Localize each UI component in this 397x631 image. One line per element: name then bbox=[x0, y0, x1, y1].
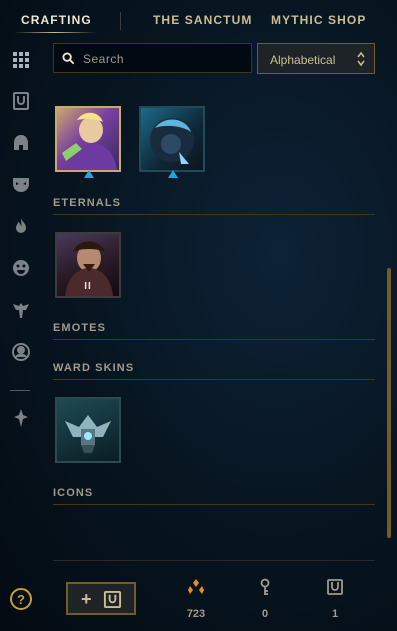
chest-icon bbox=[103, 590, 122, 609]
tab-mythic-shop[interactable]: MYTHIC SHOP bbox=[271, 13, 366, 27]
chest-icon bbox=[327, 579, 343, 595]
top-navigation: CRAFTING THE SANCTUM MYTHIC SHOP bbox=[0, 0, 397, 40]
sidebar-separator bbox=[10, 390, 30, 391]
champion-skin-art bbox=[150, 118, 194, 164]
rarity-badge-icon bbox=[84, 170, 94, 178]
eternal-tier-label: II bbox=[84, 281, 92, 292]
profile-icon[interactable] bbox=[11, 342, 31, 362]
section-divider bbox=[53, 339, 375, 340]
rarity-badge-icon bbox=[168, 170, 178, 178]
section-divider bbox=[53, 214, 375, 215]
section-header-icons: ICONS bbox=[53, 487, 94, 499]
flame-icon[interactable] bbox=[11, 216, 31, 236]
section-header-emotes: EMOTES bbox=[53, 322, 107, 334]
disenchant-icon[interactable] bbox=[11, 408, 31, 428]
currency-keys: 0 bbox=[245, 578, 285, 620]
footer-divider bbox=[53, 560, 375, 561]
sort-dropdown[interactable]: Alphabetical bbox=[257, 43, 375, 74]
ward-icon[interactable] bbox=[11, 300, 31, 320]
mask-icon[interactable] bbox=[11, 174, 31, 194]
help-button[interactable]: ? bbox=[10, 588, 32, 610]
currency-value: 1 bbox=[331, 608, 339, 620]
grid-icon[interactable] bbox=[11, 50, 31, 70]
tab-the-sanctum[interactable]: THE SANCTUM bbox=[153, 13, 252, 27]
champion-skin-art bbox=[62, 112, 117, 170]
currency-orange-essence: 723 bbox=[176, 578, 216, 620]
currency-chests: 1 bbox=[315, 578, 355, 620]
helmet-icon[interactable] bbox=[11, 133, 31, 153]
background bbox=[0, 0, 397, 631]
section-header-eternals: ETERNALS bbox=[53, 197, 122, 209]
plus-icon: + bbox=[81, 589, 92, 609]
active-tab-underline bbox=[14, 32, 96, 33]
search-box[interactable] bbox=[53, 43, 252, 73]
ward-skin-art bbox=[65, 415, 111, 453]
currency-value: 723 bbox=[186, 608, 206, 620]
loot-tile-skin[interactable] bbox=[55, 106, 121, 172]
loot-tile-skin[interactable] bbox=[139, 106, 205, 172]
chest-icon[interactable] bbox=[11, 91, 31, 111]
section-divider bbox=[53, 504, 375, 505]
add-chest-button[interactable]: + bbox=[66, 582, 136, 615]
emote-face-icon[interactable] bbox=[11, 258, 31, 278]
loot-tile-ward-skin[interactable] bbox=[55, 397, 121, 463]
loot-tile-eternal[interactable]: II bbox=[55, 232, 121, 298]
search-icon bbox=[62, 52, 75, 65]
nav-divider bbox=[120, 12, 121, 30]
section-header-ward-skins: WARD SKINS bbox=[53, 362, 135, 374]
sort-selected-label: Alphabetical bbox=[270, 53, 336, 67]
chevron-up-down-icon bbox=[357, 51, 365, 67]
currency-value: 0 bbox=[261, 608, 269, 620]
search-input[interactable] bbox=[81, 50, 245, 68]
key-icon bbox=[260, 578, 270, 595]
tab-crafting[interactable]: CRAFTING bbox=[21, 13, 92, 27]
section-divider bbox=[53, 379, 375, 380]
orange-essence-icon bbox=[188, 579, 204, 594]
scrollbar-thumb[interactable] bbox=[387, 268, 391, 538]
